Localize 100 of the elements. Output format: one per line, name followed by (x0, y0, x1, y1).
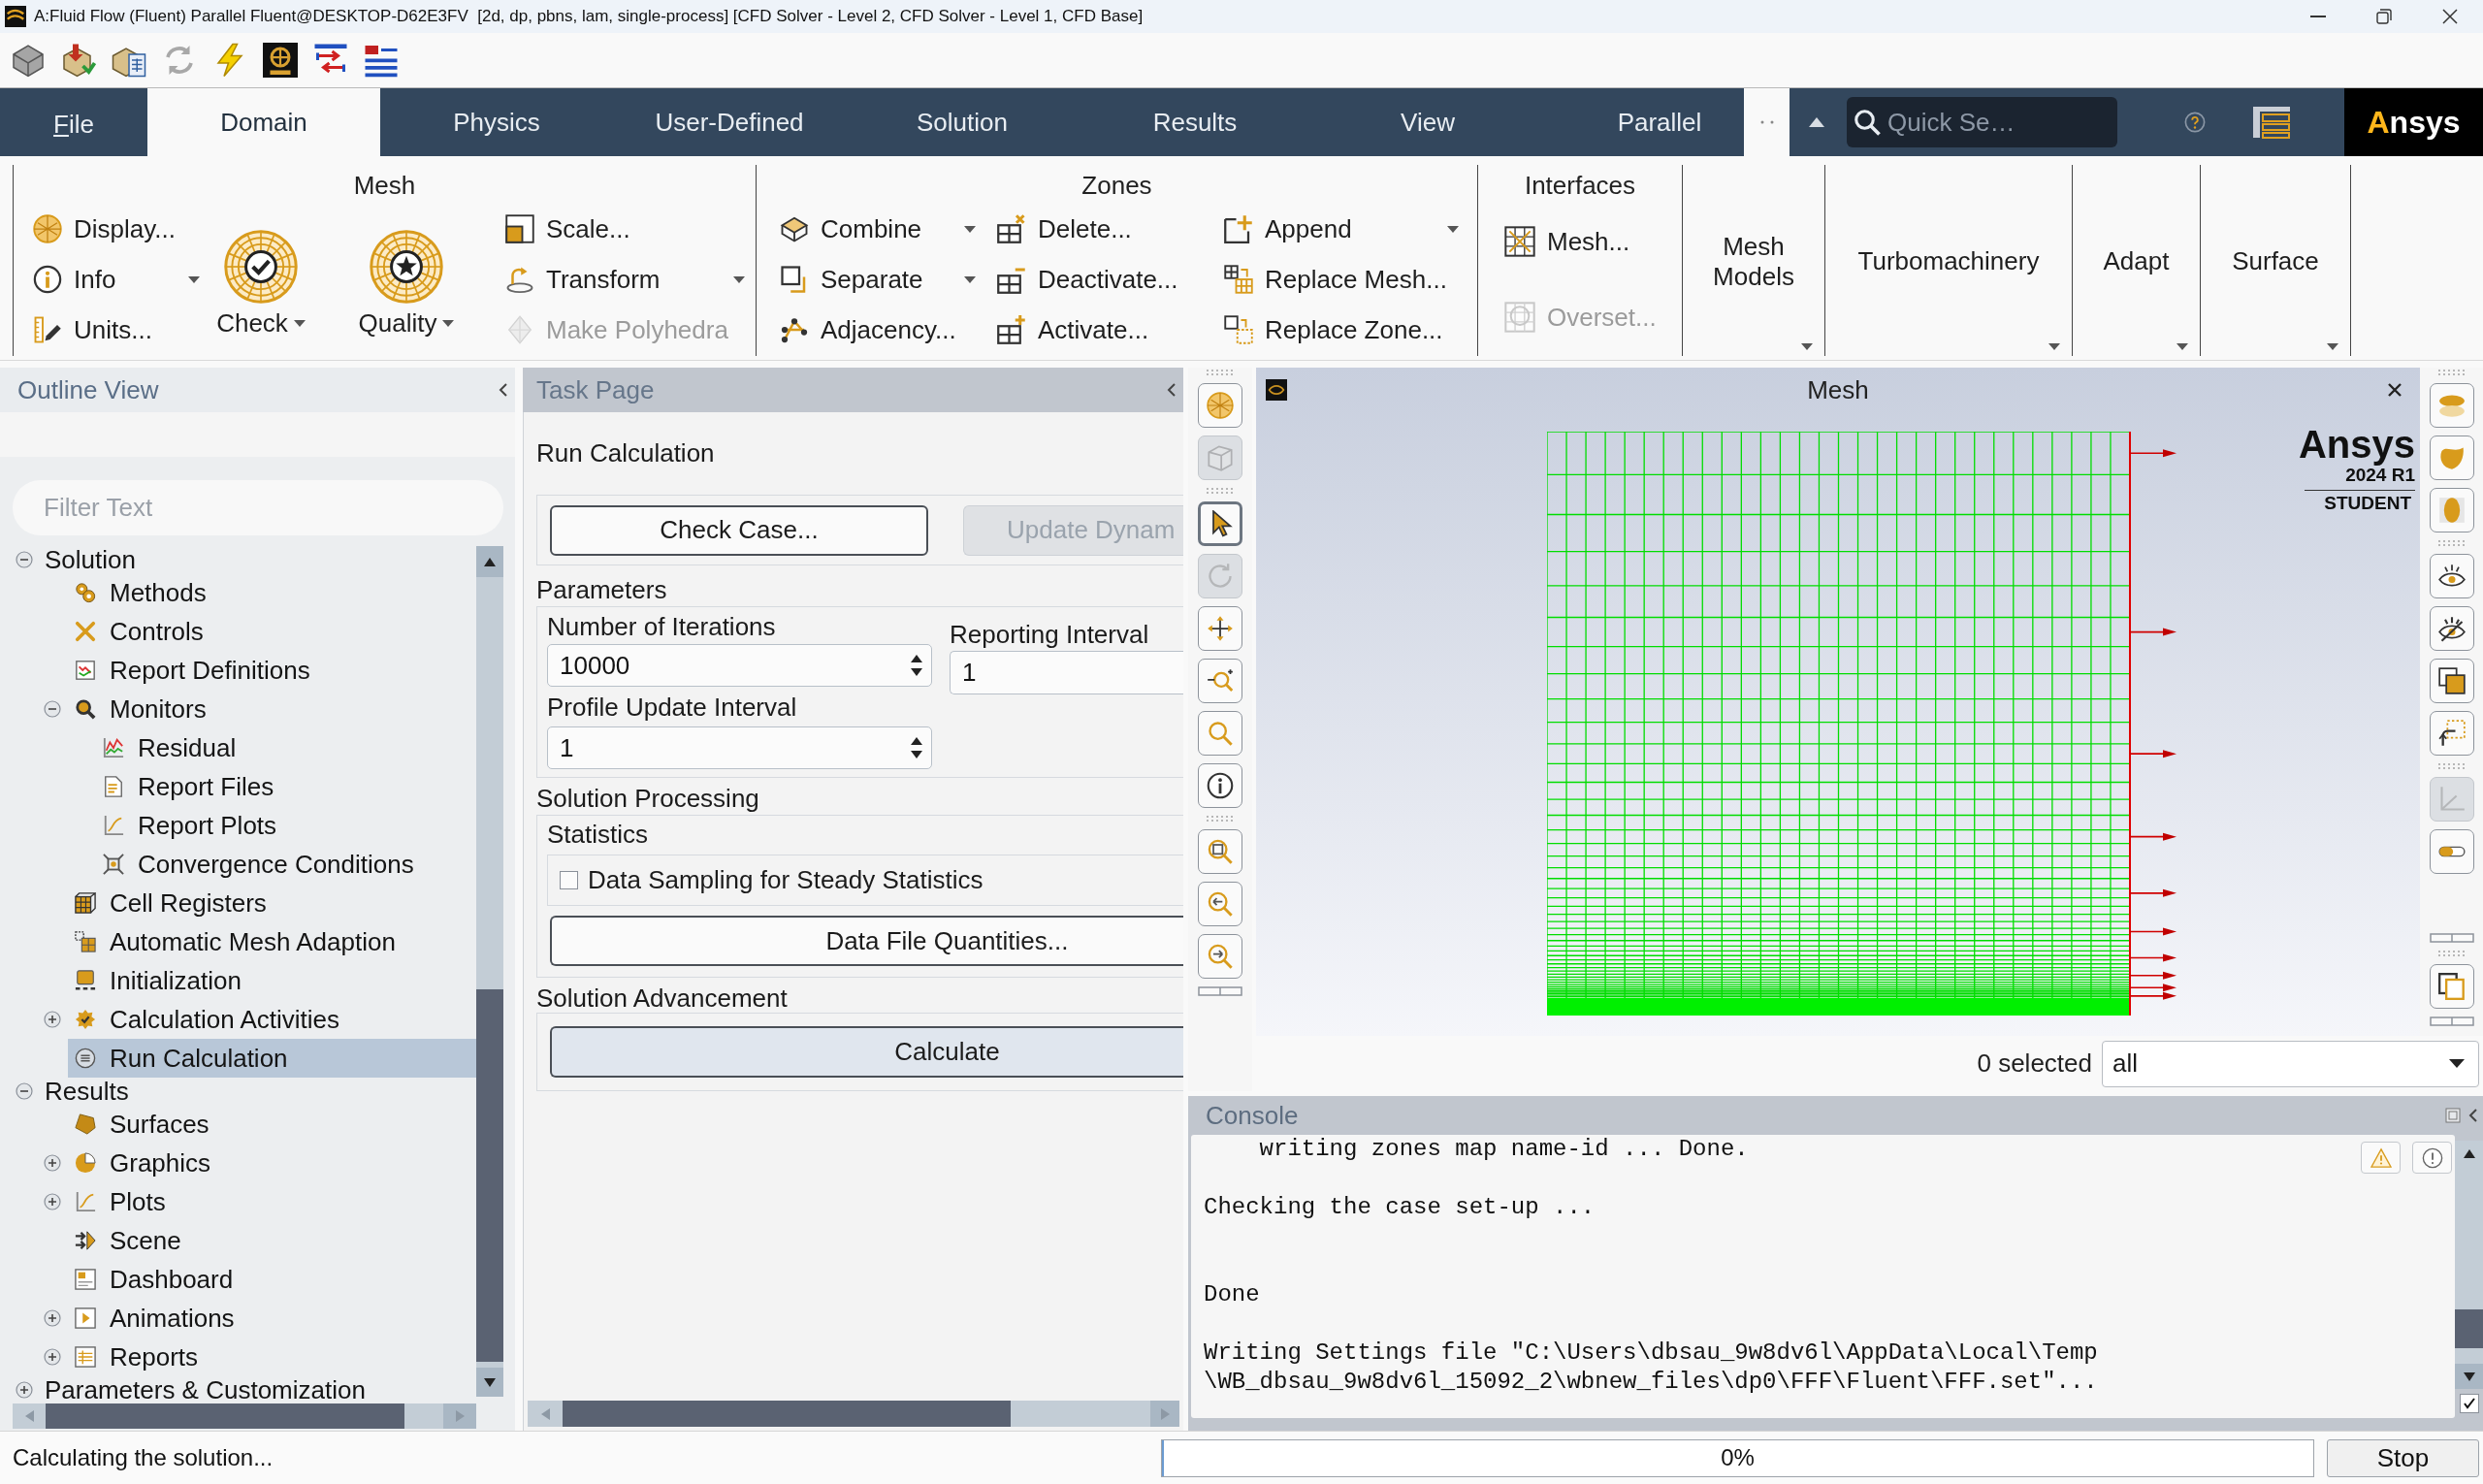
ribbon-tab[interactable]: User-Defined (613, 88, 846, 156)
number-field[interactable]: 1 (547, 726, 932, 769)
ribbon-large-button[interactable]: Quality (358, 230, 455, 339)
horizontal-scrollbar[interactable] (528, 1401, 1179, 1427)
ribbon-button[interactable]: Deactivate... (997, 260, 1178, 299)
tree-item[interactable]: Graphics (68, 1144, 476, 1182)
ribbon-button[interactable]: Replace Zone... (1224, 310, 1443, 349)
scrollbar-thumb[interactable] (476, 989, 503, 1362)
ribbon-menu-button[interactable]: Turbomachinery (1857, 246, 2040, 276)
collapse-icon[interactable] (16, 1082, 33, 1100)
ribbon-button[interactable]: Mesh... (1504, 222, 1630, 261)
caret-down-icon[interactable] (2327, 342, 2338, 350)
tree-item[interactable]: Parameters & Customization (45, 1376, 476, 1403)
ribbon-tab[interactable]: File (0, 88, 147, 156)
tree-item[interactable]: Methods (68, 573, 476, 612)
caret-down-icon[interactable] (188, 275, 200, 283)
tree-item[interactable]: Reports (68, 1338, 476, 1376)
number-field[interactable]: 10000 (547, 644, 932, 687)
scrollbar-thumb[interactable] (46, 1403, 404, 1429)
vertical-scrollbar[interactable] (476, 546, 503, 1397)
tree-item[interactable]: Report Plots (96, 806, 476, 845)
layout-icon[interactable] (2252, 106, 2291, 139)
toolbar-button[interactable] (2429, 711, 2474, 756)
caret-up-icon[interactable] (1809, 117, 1824, 127)
toolbar-button[interactable] (2429, 659, 2474, 703)
toolbar-button[interactable] (1198, 763, 1242, 808)
tree-item[interactable]: Report Definitions (68, 651, 476, 690)
tree-item[interactable]: Plots (68, 1182, 476, 1221)
ribbon-tab[interactable]: Results (1079, 88, 1311, 156)
emblem-icon[interactable] (263, 43, 298, 78)
tree-item[interactable]: Residual (96, 728, 476, 767)
ribbon-button[interactable]: Transform (505, 260, 661, 299)
help-icon[interactable] (2184, 112, 2206, 133)
cube-arrow-icon[interactable] (61, 43, 96, 78)
tree-item[interactable]: Initialization (68, 961, 476, 1000)
tree-item[interactable]: Controls (68, 612, 476, 651)
toolbar-button[interactable] (1198, 606, 1242, 651)
action-button[interactable]: Data File Quantities... (550, 916, 1183, 966)
caret-down-icon[interactable] (293, 319, 306, 327)
tree-item[interactable]: Run Calculation (68, 1039, 476, 1078)
selection-dropdown[interactable]: all (2102, 1040, 2479, 1087)
tree-item[interactable]: Animations (68, 1299, 476, 1338)
caret-down-icon[interactable] (1801, 342, 1813, 350)
expand-icon[interactable] (44, 1348, 61, 1366)
info-button[interactable] (2412, 1142, 2452, 1174)
ribbon-button[interactable]: Activate... (997, 310, 1149, 349)
checkbox[interactable] (560, 871, 578, 889)
toolbar-button[interactable] (1198, 501, 1242, 546)
tree-item[interactable]: Surfaces (68, 1105, 476, 1144)
tree-item[interactable]: Report Files (96, 767, 476, 806)
calculate-button[interactable]: Calculate (550, 1026, 1183, 1078)
ribbon-menu-button[interactable]: Adapt (2103, 246, 2170, 276)
spin-arrows-icon[interactable] (910, 653, 923, 678)
ribbon-menu-button[interactable]: Surface (2232, 246, 2319, 276)
chevron-left-icon[interactable] (1167, 383, 1176, 397)
tree-item[interactable]: Automatic Mesh Adaption (68, 922, 476, 961)
expand-icon[interactable] (44, 1011, 61, 1028)
caret-down-icon[interactable] (1447, 225, 1459, 233)
ribbon-menu-button[interactable]: Mesh Models (1713, 231, 1794, 292)
ribbon-button[interactable]: Delete... (997, 210, 1132, 248)
caret-down-icon[interactable] (964, 225, 976, 233)
text-field[interactable]: 1 (950, 651, 1183, 694)
toolbar-button[interactable] (2429, 964, 2474, 1009)
list-icon[interactable] (364, 43, 399, 78)
toolbar-button[interactable] (2429, 554, 2474, 598)
collapse-icon[interactable] (44, 700, 61, 718)
ribbon-button[interactable]: Combine (780, 210, 922, 248)
expand-icon[interactable] (44, 1309, 61, 1327)
ribbon-tab[interactable]: Parallel (1544, 88, 1744, 156)
tree-item[interactable]: Solution (45, 546, 476, 573)
action-button[interactable]: Check Case... (550, 504, 928, 556)
ribbon-button[interactable]: Units... (33, 310, 152, 349)
cube-icon[interactable] (11, 43, 46, 78)
ribbon-large-button[interactable]: Check (216, 230, 306, 339)
chevron-left-icon[interactable] (2468, 1109, 2477, 1122)
ribbon-button[interactable]: Adjacency... (780, 310, 956, 349)
search-field[interactable]: Quick Se… (1847, 97, 2117, 147)
ribbon-button[interactable]: Append (1224, 210, 1352, 248)
tree-item[interactable]: Cell Registers (68, 884, 476, 922)
tree-item[interactable]: Dashboard (68, 1260, 476, 1299)
ribbon-tab[interactable]: View (1311, 88, 1544, 156)
toolbar-button[interactable] (2429, 606, 2474, 651)
tree-item[interactable]: Scene (68, 1221, 476, 1260)
tree-item[interactable]: Results (45, 1078, 476, 1105)
expand-icon[interactable] (16, 1381, 33, 1399)
ribbon-button[interactable]: Replace Mesh... (1224, 260, 1447, 299)
caret-down-icon[interactable] (964, 275, 976, 283)
stop-button[interactable]: Stop (2327, 1438, 2479, 1477)
tree-item[interactable]: Monitors (68, 690, 476, 728)
checkbox[interactable] (2459, 1394, 2479, 1413)
ribbon-button[interactable]: Scale... (505, 210, 630, 248)
caret-down-icon[interactable] (2048, 342, 2060, 350)
caret-down-icon[interactable] (733, 275, 745, 283)
caret-down-icon[interactable] (2177, 342, 2188, 350)
filter-field[interactable]: Filter Text (13, 480, 503, 535)
collapse-icon[interactable] (16, 551, 33, 568)
ribbon-tab[interactable]: Solution (846, 88, 1079, 156)
close-icon[interactable] (2387, 382, 2402, 398)
ribbon-button[interactable]: Separate (780, 260, 923, 299)
spin-arrows-icon[interactable] (910, 735, 923, 760)
